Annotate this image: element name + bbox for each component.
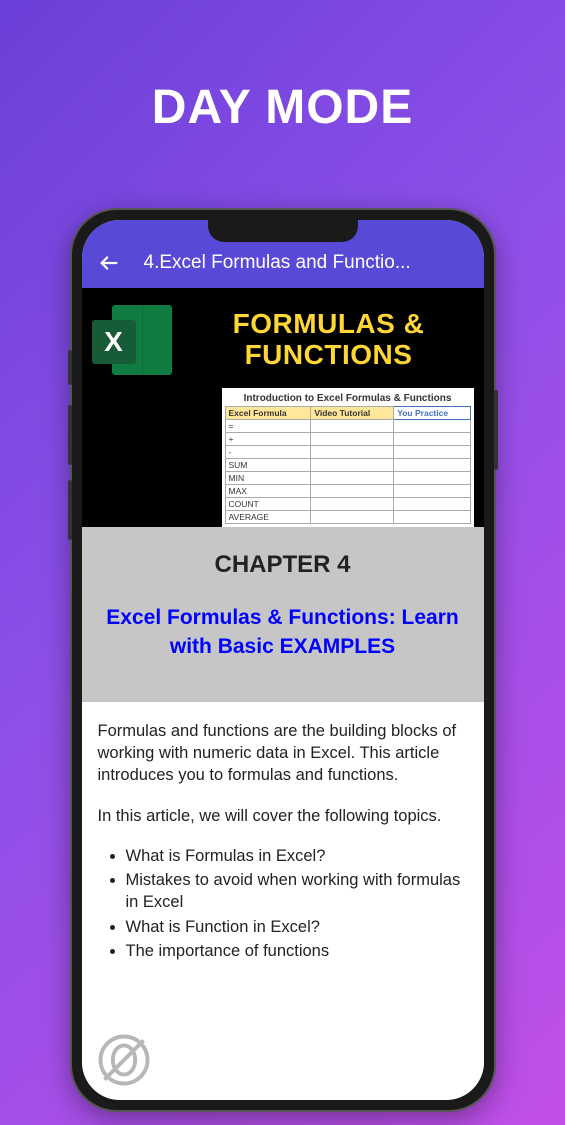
phone-notch	[208, 220, 358, 242]
page-heading: DAY MODE	[0, 0, 565, 135]
table-row: +	[225, 433, 470, 446]
watermark-icon	[96, 1032, 152, 1088]
article-intro: Formulas and functions are the building …	[98, 720, 468, 787]
spreadsheet-table: Excel Formula Video Tutorial You Practic…	[225, 406, 471, 524]
phone-side-button	[68, 350, 72, 385]
chapter-label: CHAPTER 4	[100, 551, 466, 579]
banner-card: X FORMULAS & FUNCTIONS Introduction to E…	[82, 288, 484, 702]
banner-heading: FORMULAS & FUNCTIONS	[184, 309, 474, 371]
phone-screen: 4.Excel Formulas and Functio... X FORMUL…	[82, 220, 484, 1100]
table-header-row: Excel Formula Video Tutorial You Practic…	[225, 407, 470, 420]
phone-power-button	[494, 390, 498, 470]
table-row: =	[225, 420, 470, 433]
back-button[interactable]	[98, 252, 120, 274]
table-row: SUM	[225, 459, 470, 472]
table-row: AVERAGE	[225, 511, 470, 524]
table-row: COUNT	[225, 498, 470, 511]
list-item: The importance of functions	[126, 940, 468, 962]
phone-frame: 4.Excel Formulas and Functio... X FORMUL…	[72, 210, 494, 1110]
banner-hero: X FORMULAS & FUNCTIONS Introduction to E…	[82, 288, 484, 527]
phone-volume-up	[68, 405, 72, 465]
list-item: Mistakes to avoid when working with form…	[126, 869, 468, 914]
article-bullets: What is Formulas in Excel? Mistakes to a…	[98, 845, 468, 962]
chapter-block: CHAPTER 4 Excel Formulas & Functions: Le…	[82, 527, 484, 702]
list-item: What is Formulas in Excel?	[126, 845, 468, 867]
content-scroll[interactable]: X FORMULAS & FUNCTIONS Introduction to E…	[82, 288, 484, 1100]
spreadsheet-preview: Introduction to Excel Formulas & Functio…	[222, 388, 474, 527]
spreadsheet-title: Introduction to Excel Formulas & Functio…	[225, 391, 471, 406]
article-topics-lead: In this article, we will cover the follo…	[98, 805, 468, 827]
arrow-left-icon	[98, 252, 120, 274]
list-item: What is Function in Excel?	[126, 916, 468, 938]
chapter-title: Excel Formulas & Functions: Learn with B…	[100, 603, 466, 662]
article-body: Formulas and functions are the building …	[82, 702, 484, 982]
table-row: -	[225, 446, 470, 459]
table-row: MIN	[225, 472, 470, 485]
phone-volume-down	[68, 480, 72, 540]
app-bar-title: 4.Excel Formulas and Functio...	[144, 252, 468, 274]
table-row: MAX	[225, 485, 470, 498]
excel-icon: X	[92, 300, 172, 380]
